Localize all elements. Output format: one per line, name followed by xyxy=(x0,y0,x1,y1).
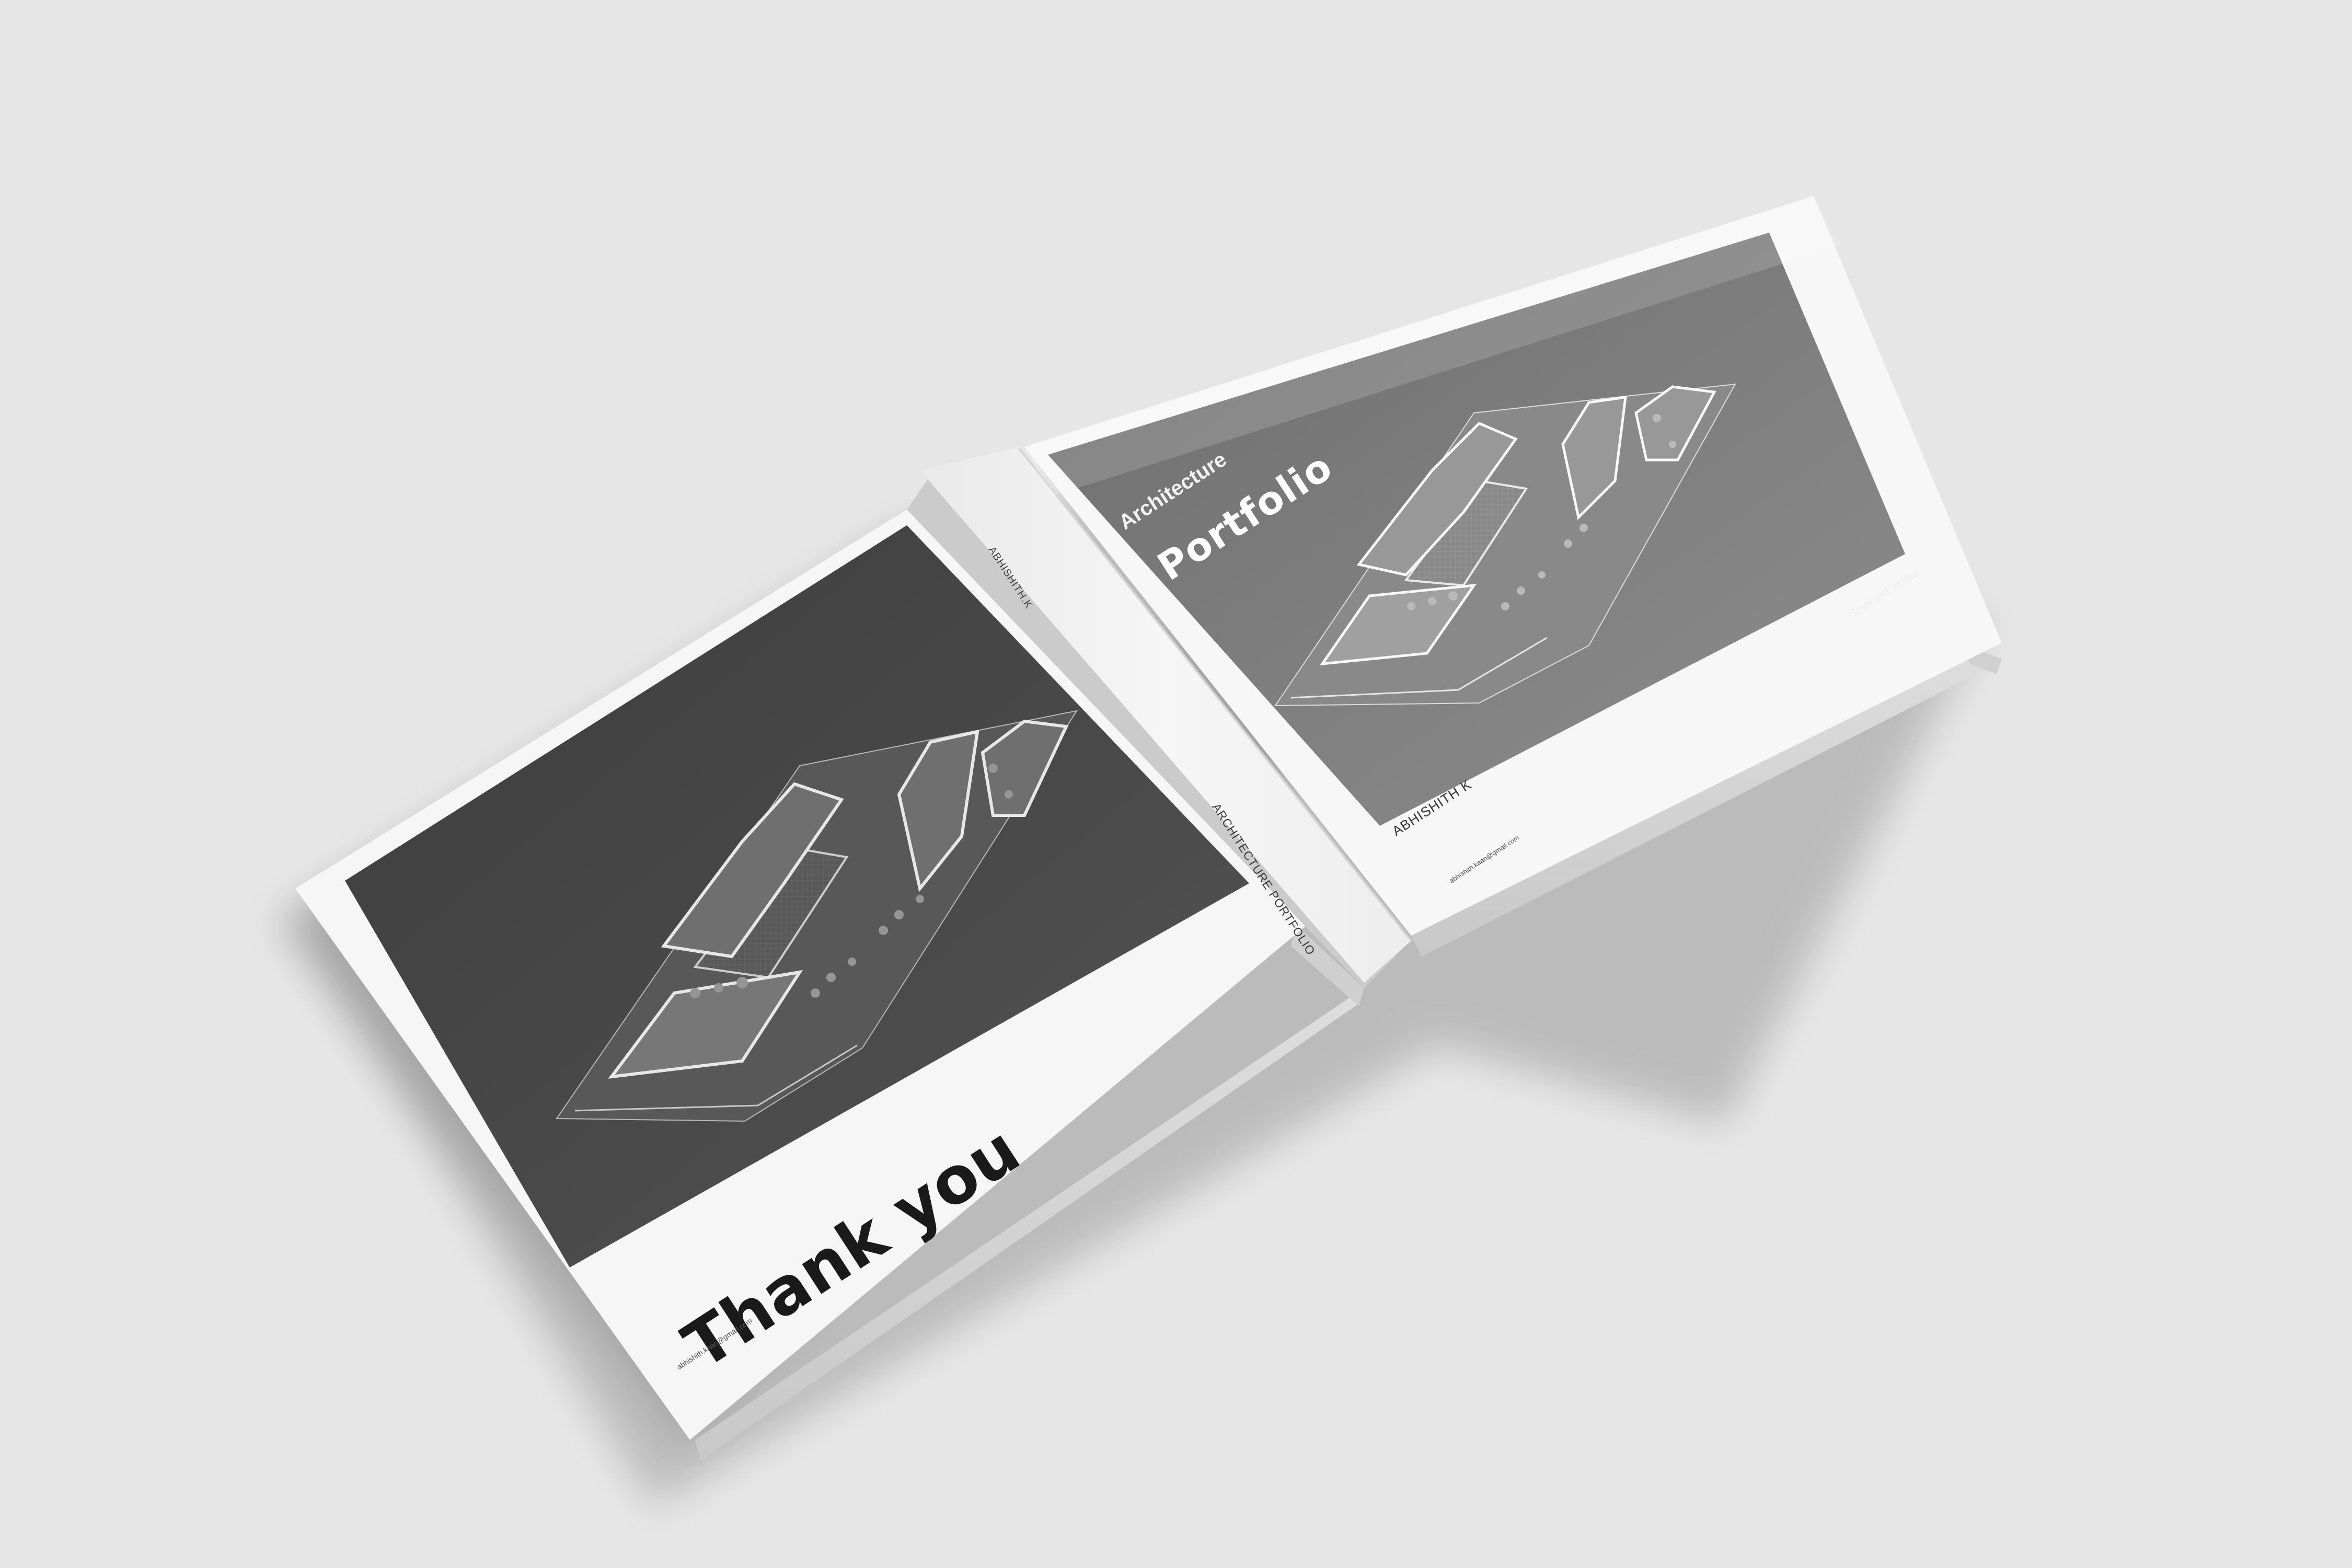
portfolio-mockup-scene: Thank you abhishith.kaan@gmail.com ABHIS… xyxy=(0,0,2352,1568)
book-illustration xyxy=(272,196,2002,1505)
